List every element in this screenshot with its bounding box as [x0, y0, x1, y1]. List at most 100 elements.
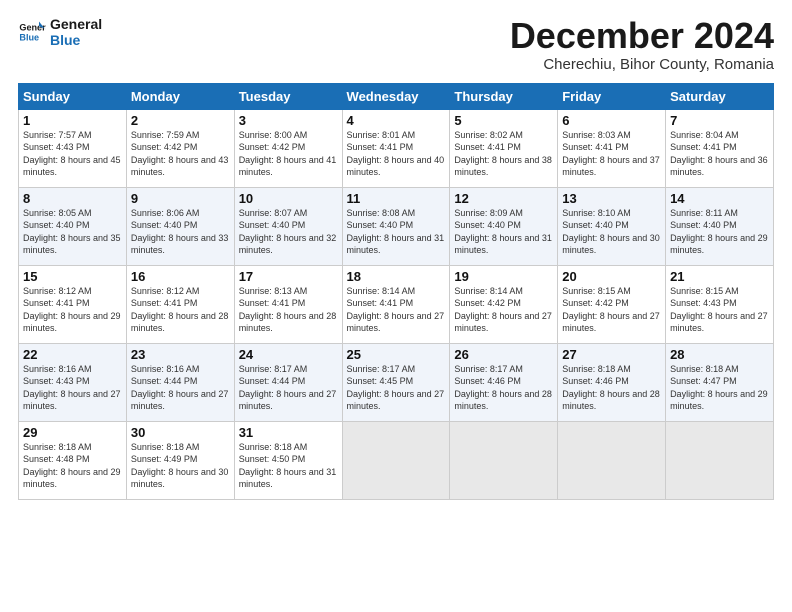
calendar-cell: 31Sunrise: 8:18 AMSunset: 4:50 PMDayligh… [234, 421, 342, 499]
header-day-friday: Friday [558, 83, 666, 109]
calendar-cell: 30Sunrise: 8:18 AMSunset: 4:49 PMDayligh… [126, 421, 234, 499]
calendar-cell [558, 421, 666, 499]
day-number: 24 [239, 347, 338, 362]
calendar-cell [450, 421, 558, 499]
day-number: 23 [131, 347, 230, 362]
svg-text:General: General [19, 23, 46, 33]
week-row-5: 29Sunrise: 8:18 AMSunset: 4:48 PMDayligh… [19, 421, 774, 499]
cell-content: Sunrise: 8:07 AMSunset: 4:40 PMDaylight:… [239, 207, 338, 257]
day-number: 12 [454, 191, 553, 206]
week-row-2: 8Sunrise: 8:05 AMSunset: 4:40 PMDaylight… [19, 187, 774, 265]
cell-content: Sunrise: 8:09 AMSunset: 4:40 PMDaylight:… [454, 207, 553, 257]
calendar-cell: 27Sunrise: 8:18 AMSunset: 4:46 PMDayligh… [558, 343, 666, 421]
cell-content: Sunrise: 8:08 AMSunset: 4:40 PMDaylight:… [347, 207, 446, 257]
header-day-thursday: Thursday [450, 83, 558, 109]
location-title: Cherechiu, Bihor County, Romania [510, 56, 774, 73]
cell-content: Sunrise: 8:03 AMSunset: 4:41 PMDaylight:… [562, 129, 661, 179]
day-number: 5 [454, 113, 553, 128]
day-number: 13 [562, 191, 661, 206]
calendar-cell: 5Sunrise: 8:02 AMSunset: 4:41 PMDaylight… [450, 109, 558, 187]
day-number: 1 [23, 113, 122, 128]
month-title: December 2024 [510, 16, 774, 56]
week-row-3: 15Sunrise: 8:12 AMSunset: 4:41 PMDayligh… [19, 265, 774, 343]
day-number: 17 [239, 269, 338, 284]
cell-content: Sunrise: 8:12 AMSunset: 4:41 PMDaylight:… [23, 285, 122, 335]
calendar-cell: 22Sunrise: 8:16 AMSunset: 4:43 PMDayligh… [19, 343, 127, 421]
day-number: 6 [562, 113, 661, 128]
cell-content: Sunrise: 8:10 AMSunset: 4:40 PMDaylight:… [562, 207, 661, 257]
day-number: 4 [347, 113, 446, 128]
day-number: 16 [131, 269, 230, 284]
day-number: 27 [562, 347, 661, 362]
day-number: 25 [347, 347, 446, 362]
cell-content: Sunrise: 8:14 AMSunset: 4:42 PMDaylight:… [454, 285, 553, 335]
calendar-cell: 9Sunrise: 8:06 AMSunset: 4:40 PMDaylight… [126, 187, 234, 265]
week-row-1: 1Sunrise: 7:57 AMSunset: 4:43 PMDaylight… [19, 109, 774, 187]
day-number: 3 [239, 113, 338, 128]
cell-content: Sunrise: 8:16 AMSunset: 4:44 PMDaylight:… [131, 363, 230, 413]
day-number: 21 [670, 269, 769, 284]
cell-content: Sunrise: 8:18 AMSunset: 4:46 PMDaylight:… [562, 363, 661, 413]
cell-content: Sunrise: 8:18 AMSunset: 4:48 PMDaylight:… [23, 441, 122, 491]
logo-general: General [50, 16, 102, 32]
page-container: General Blue General Blue December 2024 … [0, 0, 792, 510]
day-number: 11 [347, 191, 446, 206]
cell-content: Sunrise: 8:15 AMSunset: 4:42 PMDaylight:… [562, 285, 661, 335]
header: General Blue General Blue December 2024 … [18, 16, 774, 73]
cell-content: Sunrise: 8:14 AMSunset: 4:41 PMDaylight:… [347, 285, 446, 335]
cell-content: Sunrise: 8:12 AMSunset: 4:41 PMDaylight:… [131, 285, 230, 335]
cell-content: Sunrise: 8:18 AMSunset: 4:47 PMDaylight:… [670, 363, 769, 413]
header-day-monday: Monday [126, 83, 234, 109]
logo: General Blue General Blue [18, 16, 102, 48]
logo-icon: General Blue [18, 18, 46, 46]
day-number: 22 [23, 347, 122, 362]
header-day-saturday: Saturday [666, 83, 774, 109]
cell-content: Sunrise: 8:11 AMSunset: 4:40 PMDaylight:… [670, 207, 769, 257]
calendar-cell: 2Sunrise: 7:59 AMSunset: 4:42 PMDaylight… [126, 109, 234, 187]
week-row-4: 22Sunrise: 8:16 AMSunset: 4:43 PMDayligh… [19, 343, 774, 421]
calendar-cell: 18Sunrise: 8:14 AMSunset: 4:41 PMDayligh… [342, 265, 450, 343]
calendar-cell: 26Sunrise: 8:17 AMSunset: 4:46 PMDayligh… [450, 343, 558, 421]
cell-content: Sunrise: 8:06 AMSunset: 4:40 PMDaylight:… [131, 207, 230, 257]
cell-content: Sunrise: 8:17 AMSunset: 4:45 PMDaylight:… [347, 363, 446, 413]
day-number: 14 [670, 191, 769, 206]
cell-content: Sunrise: 8:18 AMSunset: 4:49 PMDaylight:… [131, 441, 230, 491]
cell-content: Sunrise: 8:17 AMSunset: 4:46 PMDaylight:… [454, 363, 553, 413]
calendar-cell: 16Sunrise: 8:12 AMSunset: 4:41 PMDayligh… [126, 265, 234, 343]
day-number: 19 [454, 269, 553, 284]
cell-content: Sunrise: 8:13 AMSunset: 4:41 PMDaylight:… [239, 285, 338, 335]
cell-content: Sunrise: 8:17 AMSunset: 4:44 PMDaylight:… [239, 363, 338, 413]
calendar-cell: 21Sunrise: 8:15 AMSunset: 4:43 PMDayligh… [666, 265, 774, 343]
cell-content: Sunrise: 8:15 AMSunset: 4:43 PMDaylight:… [670, 285, 769, 335]
calendar-cell: 3Sunrise: 8:00 AMSunset: 4:42 PMDaylight… [234, 109, 342, 187]
logo-blue: Blue [50, 32, 102, 48]
calendar-table: SundayMondayTuesdayWednesdayThursdayFrid… [18, 83, 774, 500]
day-number: 18 [347, 269, 446, 284]
calendar-cell: 29Sunrise: 8:18 AMSunset: 4:48 PMDayligh… [19, 421, 127, 499]
cell-content: Sunrise: 7:57 AMSunset: 4:43 PMDaylight:… [23, 129, 122, 179]
day-number: 2 [131, 113, 230, 128]
calendar-cell [666, 421, 774, 499]
cell-content: Sunrise: 8:16 AMSunset: 4:43 PMDaylight:… [23, 363, 122, 413]
calendar-cell: 25Sunrise: 8:17 AMSunset: 4:45 PMDayligh… [342, 343, 450, 421]
cell-content: Sunrise: 8:00 AMSunset: 4:42 PMDaylight:… [239, 129, 338, 179]
svg-text:Blue: Blue [19, 32, 39, 42]
calendar-cell: 7Sunrise: 8:04 AMSunset: 4:41 PMDaylight… [666, 109, 774, 187]
calendar-cell: 20Sunrise: 8:15 AMSunset: 4:42 PMDayligh… [558, 265, 666, 343]
day-number: 30 [131, 425, 230, 440]
day-number: 29 [23, 425, 122, 440]
calendar-cell: 14Sunrise: 8:11 AMSunset: 4:40 PMDayligh… [666, 187, 774, 265]
day-number: 26 [454, 347, 553, 362]
day-number: 15 [23, 269, 122, 284]
calendar-cell: 13Sunrise: 8:10 AMSunset: 4:40 PMDayligh… [558, 187, 666, 265]
calendar-cell: 19Sunrise: 8:14 AMSunset: 4:42 PMDayligh… [450, 265, 558, 343]
cell-content: Sunrise: 8:02 AMSunset: 4:41 PMDaylight:… [454, 129, 553, 179]
calendar-cell: 6Sunrise: 8:03 AMSunset: 4:41 PMDaylight… [558, 109, 666, 187]
calendar-cell: 28Sunrise: 8:18 AMSunset: 4:47 PMDayligh… [666, 343, 774, 421]
cell-content: Sunrise: 8:18 AMSunset: 4:50 PMDaylight:… [239, 441, 338, 491]
day-number: 8 [23, 191, 122, 206]
calendar-cell: 23Sunrise: 8:16 AMSunset: 4:44 PMDayligh… [126, 343, 234, 421]
day-number: 31 [239, 425, 338, 440]
cell-content: Sunrise: 8:04 AMSunset: 4:41 PMDaylight:… [670, 129, 769, 179]
day-number: 20 [562, 269, 661, 284]
